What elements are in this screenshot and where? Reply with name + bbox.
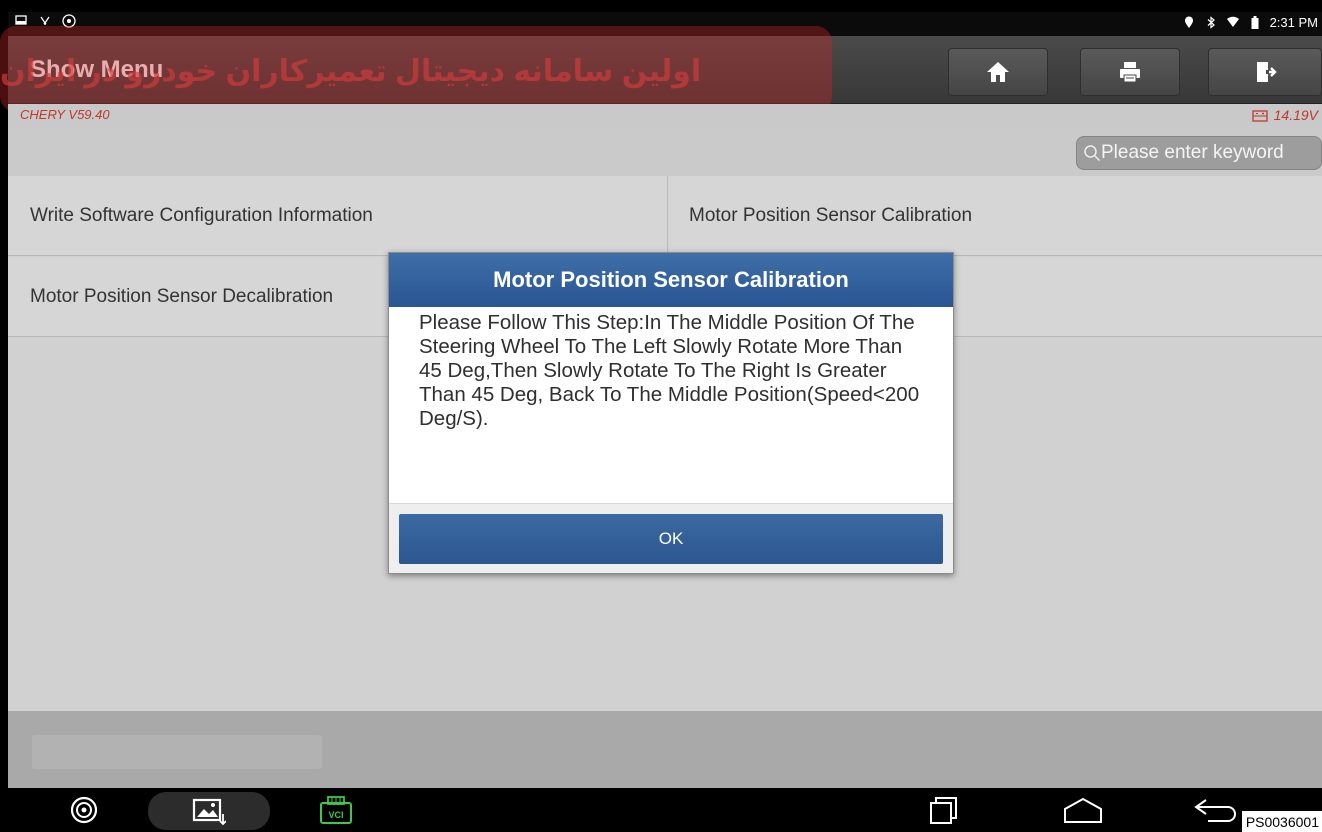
diagnostics-shortcut[interactable]: [64, 794, 104, 826]
exit-icon: [1257, 62, 1277, 82]
print-icon: [1120, 62, 1140, 83]
battery-icon: [1248, 15, 1262, 30]
steering-wheel-icon: [70, 796, 98, 824]
bluetooth-icon: [1204, 15, 1218, 30]
vci-label: VCI: [328, 810, 343, 820]
voltage-value: 14.19V: [1273, 107, 1318, 123]
exit-button[interactable]: [1208, 48, 1322, 96]
watermark: اولین سامانه دیجیتال تعمیرکاران خودرو در…: [0, 26, 832, 112]
version-bar: CHERY V59.40 14.19V: [8, 104, 1322, 128]
software-version: CHERY V59.40: [20, 107, 110, 122]
home-outline-icon: [1064, 797, 1102, 823]
figure-code: PS0036001: [1241, 811, 1322, 832]
search-box[interactable]: [1076, 136, 1322, 170]
vci-icon: VCI: [320, 796, 352, 824]
menu-item-write-software-config[interactable]: Write Software Configuration Information: [8, 176, 668, 256]
watermark-text: اولین سامانه دیجیتال تعمیرکاران خودرو در…: [0, 55, 702, 88]
voltage-readout: 14.19V: [1251, 107, 1318, 123]
calibration-dialog: Motor Position Sensor Calibration Please…: [388, 252, 954, 574]
battery-voltage-icon: [1251, 109, 1268, 122]
back-icon: [1194, 799, 1236, 822]
vci-button[interactable]: VCI: [316, 794, 356, 826]
search-bar: [8, 128, 1322, 176]
print-button[interactable]: [1080, 48, 1180, 96]
dialog-title: Motor Position Sensor Calibration: [389, 253, 953, 307]
wifi-icon: [1226, 16, 1240, 30]
bottom-panel: [8, 711, 1322, 788]
search-input[interactable]: [1101, 142, 1321, 164]
location-icon: [1182, 16, 1196, 30]
bottom-panel-placeholder: [32, 735, 322, 769]
home-nav-button[interactable]: [1060, 794, 1106, 826]
ok-button[interactable]: OK: [399, 514, 943, 564]
home-icon: [987, 62, 1009, 82]
recent-apps-icon: [930, 797, 957, 824]
search-icon: [1084, 145, 1101, 162]
system-nav-bar: VCI PS0036001: [8, 788, 1322, 832]
home-button[interactable]: [948, 48, 1048, 96]
dialog-footer: OK: [389, 503, 953, 573]
menu-item-motor-position-calibration[interactable]: Motor Position Sensor Calibration: [669, 176, 1322, 256]
image-download-icon: [192, 798, 226, 826]
clock: 2:31 PM: [1269, 15, 1318, 30]
dialog-message: Please Follow This Step:In The Middle Po…: [419, 311, 920, 430]
gallery-shortcut[interactable]: [148, 792, 270, 830]
recent-apps-button[interactable]: [924, 794, 964, 826]
back-button[interactable]: [1192, 794, 1240, 826]
